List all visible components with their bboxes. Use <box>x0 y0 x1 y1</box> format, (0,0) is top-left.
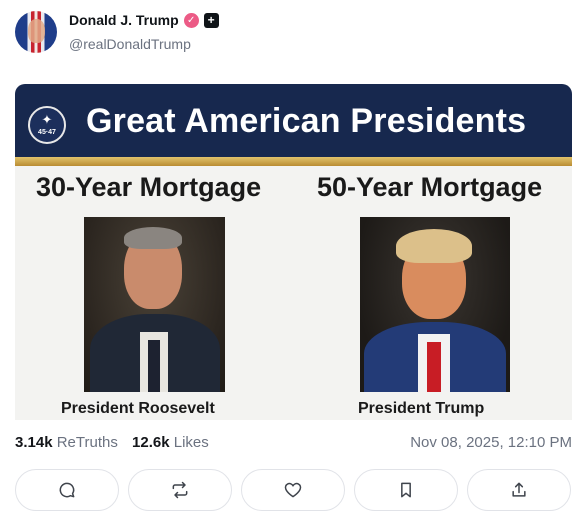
image-banner-title: Great American Presidents <box>86 102 527 140</box>
presidential-seal-icon: ✦ 45·47 <box>28 106 66 144</box>
left-caption: President Roosevelt <box>61 400 215 417</box>
portrait-hair <box>396 229 472 263</box>
reply-button[interactable] <box>15 469 119 511</box>
author-display-name[interactable]: Donald J. Trump <box>69 12 179 28</box>
like-heart-icon <box>284 482 302 498</box>
portrait-roosevelt <box>84 217 225 392</box>
like-button[interactable] <box>241 469 345 511</box>
plus-badge-icon: + <box>203 12 219 28</box>
avatar-face <box>28 19 45 43</box>
portrait-hair <box>124 227 182 249</box>
post-stats: 3.14k ReTruths 12.6k Likes <box>15 434 209 451</box>
post-image[interactable]: ✦ 45·47 Great American Presidents 30-Yea… <box>15 84 572 420</box>
retruths-label: ReTruths <box>56 434 118 451</box>
bookmark-button[interactable] <box>354 469 458 511</box>
bookmark-icon <box>401 482 411 498</box>
reply-icon <box>59 482 75 498</box>
portrait-tie <box>148 340 160 392</box>
left-column-heading: 30-Year Mortgage <box>36 172 262 202</box>
gold-stripe <box>15 157 572 166</box>
author-name-row: Donald J. Trump ✓ + <box>69 12 219 28</box>
post-timestamp[interactable]: Nov 08, 2025, 12:10 PM <box>410 434 572 451</box>
likes-count: 12.6k <box>132 434 170 451</box>
avatar[interactable] <box>15 11 57 53</box>
right-caption: President Trump <box>358 400 485 417</box>
portrait-trump <box>360 217 510 392</box>
right-column-heading: 50-Year Mortgage <box>317 172 543 202</box>
eagle-icon: ✦ <box>41 112 53 127</box>
likes-stat[interactable]: 12.6k Likes <box>132 434 209 451</box>
seal-text: 45·47 <box>38 129 56 136</box>
share-icon <box>512 482 526 497</box>
share-button[interactable] <box>467 469 571 511</box>
verified-check-icon: ✓ <box>183 12 199 28</box>
author-handle[interactable]: @realDonaldTrump <box>69 36 191 52</box>
likes-label: Likes <box>173 434 209 451</box>
retruth-icon <box>172 481 188 499</box>
retruth-button[interactable] <box>128 469 232 511</box>
image-banner: ✦ 45·47 Great American Presidents <box>15 84 572 157</box>
portrait-tie <box>427 342 441 392</box>
retruths-stat[interactable]: 3.14k ReTruths <box>15 434 118 451</box>
retruths-count: 3.14k <box>15 434 53 451</box>
